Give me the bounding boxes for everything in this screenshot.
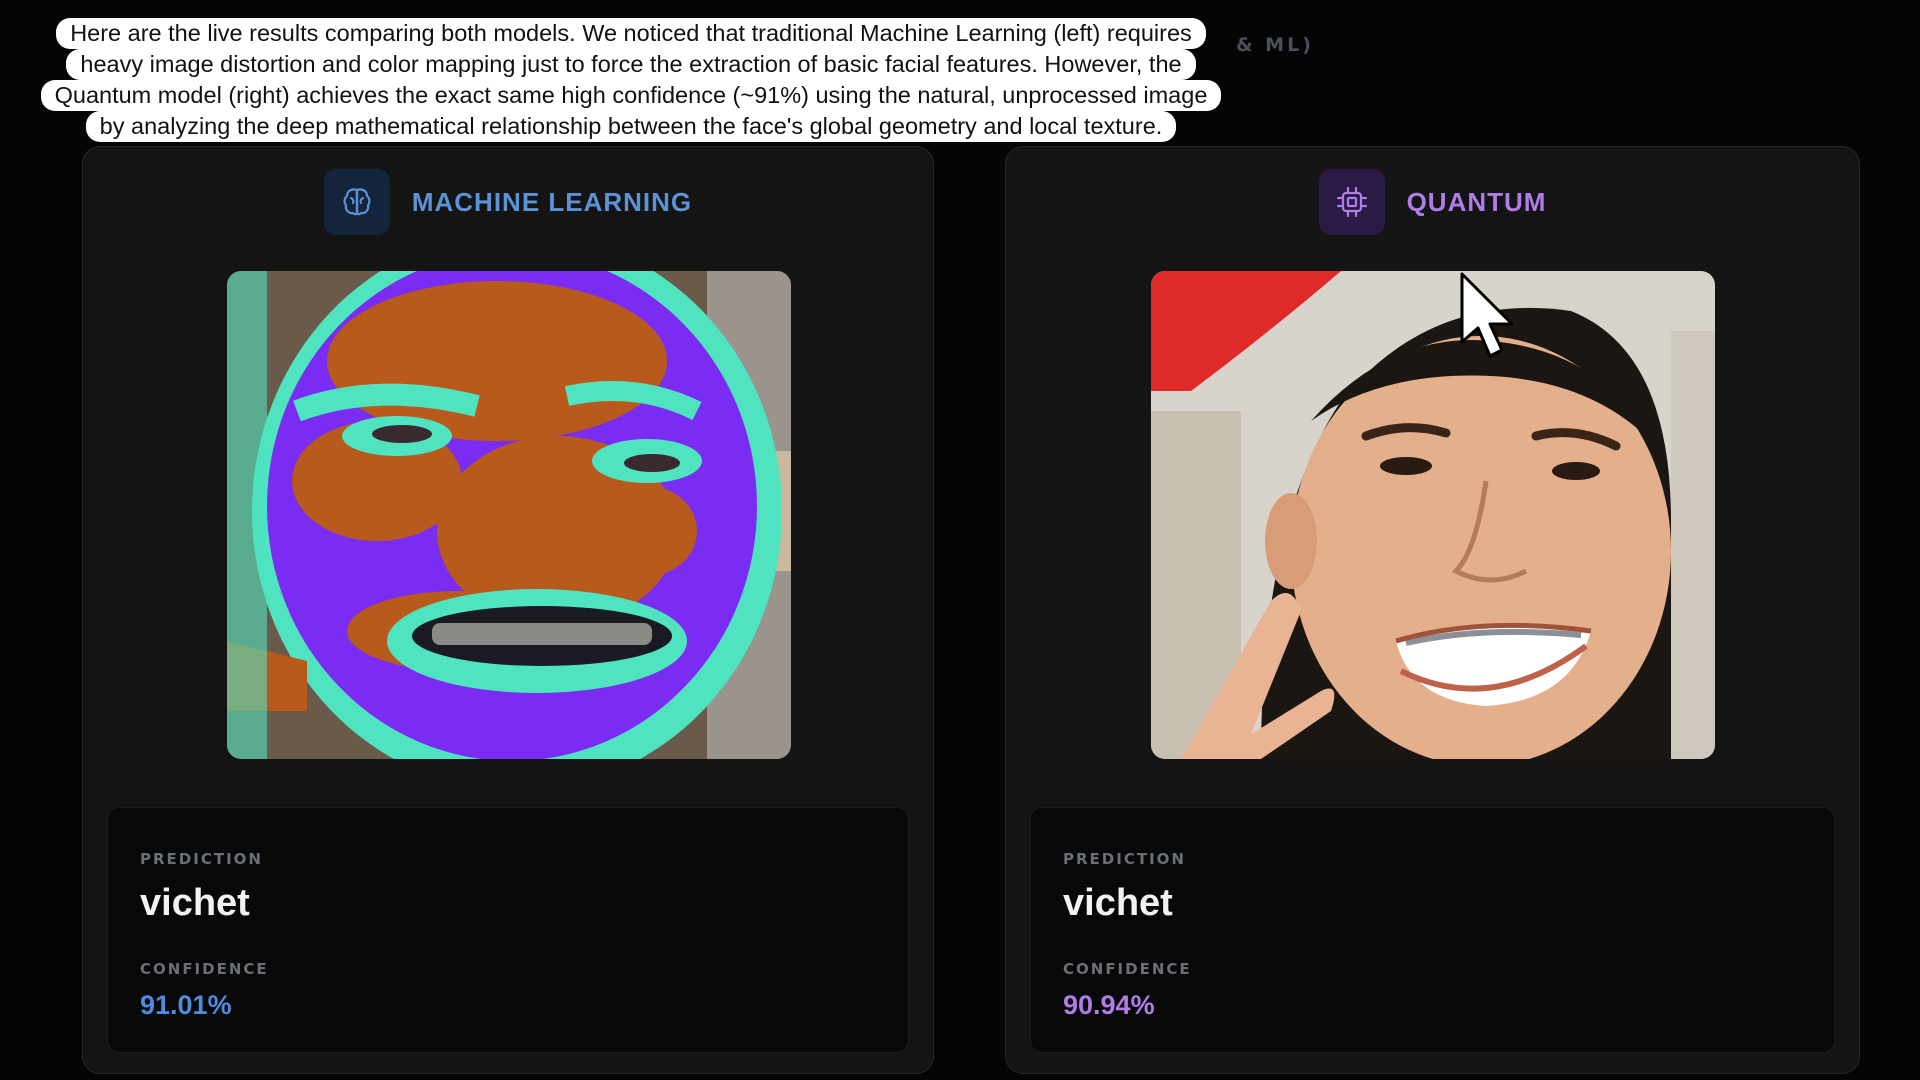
confidence-label: CONFIDENCE (1063, 960, 1192, 978)
page-heading-fragment: & ML) (1236, 34, 1314, 56)
prediction-panel: PREDICTION vichet CONFIDENCE 90.94% (1030, 807, 1835, 1053)
card-header: MACHINE LEARNING (83, 169, 933, 235)
prediction-value: vichet (1063, 882, 1173, 924)
prediction-label: PREDICTION (1063, 850, 1186, 868)
caption-line: Quantum model (right) achieves the exact… (40, 80, 1222, 111)
card-title: QUANTUM (1406, 186, 1547, 217)
prediction-label: PREDICTION (140, 850, 263, 868)
chip-icon (1318, 169, 1385, 235)
quantum-card: QUANTUM PREDICTION vichet CONFIDENCE 90.… (1005, 146, 1860, 1074)
original-face-image (1151, 271, 1715, 759)
comparison-page: & ML) Here are the live results comparin… (0, 0, 1920, 1080)
prediction-value: vichet (140, 882, 250, 924)
caption-line: by analyzing the deep mathematical relat… (85, 111, 1177, 142)
caption-line: Here are the live results comparing both… (56, 18, 1206, 49)
caption-line: heavy image distortion and color mapping… (66, 49, 1196, 80)
confidence-value: 91.01% (140, 990, 232, 1020)
card-header: QUANTUM (1006, 169, 1859, 235)
mouse-pointer-icon (1460, 272, 1522, 366)
confidence-value: 90.94% (1063, 990, 1155, 1020)
brain-icon (323, 169, 390, 235)
card-title: MACHINE LEARNING (411, 186, 693, 217)
machine-learning-card: MACHINE LEARNING PREDICTION vichet CONFI… (82, 146, 934, 1074)
caption-overlay: Here are the live results comparing both… (34, 18, 1228, 142)
processed-face-image (227, 271, 791, 759)
confidence-label: CONFIDENCE (140, 960, 269, 978)
prediction-panel: PREDICTION vichet CONFIDENCE 91.01% (107, 807, 909, 1053)
